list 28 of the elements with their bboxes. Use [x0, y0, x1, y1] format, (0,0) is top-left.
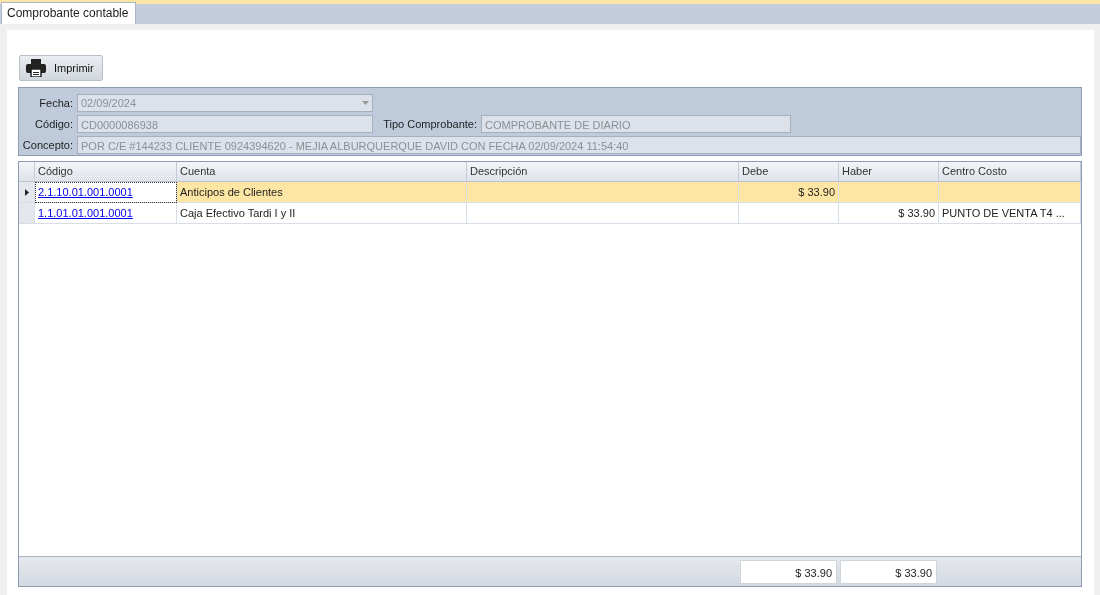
printer-icon	[26, 59, 46, 77]
table-cell: Anticipos de Clientes	[177, 182, 467, 203]
column-header[interactable]: Haber	[839, 162, 939, 182]
column-header[interactable]: Descripción	[467, 162, 739, 182]
table-row[interactable]: 2.1.10.01.001.0001 Anticipos de Clientes $ 33.90	[19, 182, 1081, 203]
table-cell: Caja Efectivo Tardi I y II	[177, 203, 467, 224]
table-cell: $ 33.90	[798, 186, 835, 198]
field-label: Código:	[34, 118, 73, 130]
table-row[interactable]: 1.1.01.01.001.0001 Caja Efectivo Tardi I y II $ 33.90 PUNTO DE VENTA T4 ...	[19, 203, 1081, 224]
column-header[interactable]: Código	[35, 162, 177, 182]
account-code-link[interactable]: 1.1.01.01.001.0001	[38, 207, 133, 219]
field-label: Fecha:	[38, 97, 73, 109]
account-code-link[interactable]: 2.1.10.01.001.0001	[38, 186, 133, 198]
table-cell: $ 33.90	[898, 207, 935, 219]
row-header[interactable]	[19, 182, 35, 203]
row-indicator-icon	[24, 188, 29, 196]
total-field: $ 33.90	[740, 559, 837, 584]
dropdown-icon	[362, 101, 369, 105]
column-header[interactable]: Cuenta	[177, 162, 467, 182]
field-label: Concepto:	[21, 139, 73, 151]
total-field: $ 33.90	[840, 559, 937, 584]
field-label: Tipo Comprobante:	[382, 118, 477, 130]
print-button[interactable]: Imprimir	[19, 55, 103, 81]
grid-corner	[19, 162, 35, 182]
column-header[interactable]: Centro Costo	[939, 162, 1081, 182]
column-header[interactable]: Debe	[739, 162, 839, 182]
tab[interactable]: Comprobante contable	[1, 2, 137, 24]
table-cell: PUNTO DE VENTA T4 ...	[942, 207, 1065, 219]
